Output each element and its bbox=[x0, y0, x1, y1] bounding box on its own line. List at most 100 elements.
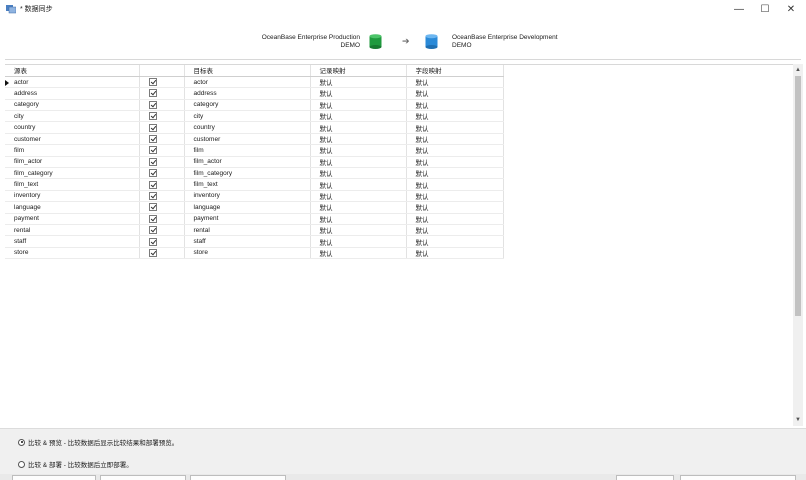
target-table-cell[interactable]: actor bbox=[184, 76, 311, 89]
source-table-cell[interactable]: inventory bbox=[5, 190, 140, 203]
source-table-cell[interactable]: payment bbox=[5, 213, 140, 225]
record-mapping-cell[interactable]: 默认 bbox=[310, 110, 407, 123]
minimize-button[interactable]: — bbox=[726, 0, 752, 18]
sync-checkbox-cell[interactable] bbox=[139, 178, 185, 191]
table-row[interactable]: language language 默认 默认 bbox=[5, 201, 504, 214]
target-table-cell[interactable]: country bbox=[184, 121, 311, 134]
table-row[interactable]: rental rental 默认 默认 bbox=[5, 224, 504, 237]
maximize-button[interactable]: ☐ bbox=[752, 0, 778, 18]
footer-button-2[interactable] bbox=[100, 475, 186, 480]
target-table-cell[interactable]: customer bbox=[184, 133, 311, 146]
sync-checkbox[interactable] bbox=[148, 146, 157, 155]
sync-checkbox-cell[interactable] bbox=[139, 110, 185, 123]
field-mapping-cell[interactable]: 默认 bbox=[406, 99, 504, 112]
source-table-cell[interactable]: store bbox=[5, 247, 140, 260]
source-table-cell[interactable]: film bbox=[5, 144, 140, 157]
field-mapping-cell[interactable]: 默认 bbox=[406, 167, 504, 180]
sync-checkbox-cell[interactable] bbox=[139, 235, 185, 248]
record-mapping-cell[interactable]: 默认 bbox=[310, 99, 407, 112]
scroll-down-icon[interactable]: ▼ bbox=[793, 416, 803, 424]
close-button[interactable]: ✕ bbox=[778, 0, 804, 18]
target-table-cell[interactable]: film bbox=[184, 144, 311, 157]
sync-checkbox-cell[interactable] bbox=[139, 87, 185, 100]
target-table-cell[interactable]: staff bbox=[184, 235, 311, 248]
target-table-cell[interactable]: payment bbox=[184, 213, 311, 225]
record-mapping-cell[interactable]: 默认 bbox=[310, 76, 407, 89]
source-table-cell[interactable]: category bbox=[5, 99, 140, 112]
table-row[interactable]: payment payment 默认 默认 bbox=[5, 213, 504, 225]
record-mapping-cell[interactable]: 默认 bbox=[310, 87, 407, 100]
field-mapping-cell[interactable]: 默认 bbox=[406, 224, 504, 237]
record-mapping-cell[interactable]: 默认 bbox=[310, 213, 407, 225]
table-row[interactable]: film_category film_category 默认 默认 bbox=[5, 167, 504, 180]
table-row[interactable]: category category 默认 默认 bbox=[5, 99, 504, 112]
sync-checkbox-cell[interactable] bbox=[139, 224, 185, 237]
field-mapping-cell[interactable]: 默认 bbox=[406, 178, 504, 191]
sync-checkbox[interactable] bbox=[148, 169, 157, 178]
table-row[interactable]: film film 默认 默认 bbox=[5, 144, 504, 157]
scroll-up-icon[interactable]: ▲ bbox=[793, 66, 803, 74]
source-table-cell[interactable]: language bbox=[5, 201, 140, 214]
sync-checkbox-cell[interactable] bbox=[139, 99, 185, 112]
field-mapping-cell[interactable]: 默认 bbox=[406, 235, 504, 248]
vertical-scrollbar[interactable]: ▲ ▼ bbox=[793, 64, 803, 426]
source-table-cell[interactable]: country bbox=[5, 121, 140, 134]
record-mapping-cell[interactable]: 默认 bbox=[310, 133, 407, 146]
sync-checkbox[interactable] bbox=[148, 112, 157, 121]
source-table-cell[interactable]: staff bbox=[5, 235, 140, 248]
sync-checkbox[interactable] bbox=[148, 248, 157, 257]
table-row[interactable]: film_actor film_actor 默认 默认 bbox=[5, 156, 504, 169]
field-mapping-cell[interactable]: 默认 bbox=[406, 110, 504, 123]
target-table-cell[interactable]: language bbox=[184, 201, 311, 214]
sync-checkbox-cell[interactable] bbox=[139, 156, 185, 169]
footer-button-5[interactable] bbox=[680, 475, 796, 480]
field-mapping-cell[interactable]: 默认 bbox=[406, 121, 504, 134]
column-header-field-mapping[interactable]: 字段映射 bbox=[406, 65, 504, 77]
table-row[interactable]: staff staff 默认 默认 bbox=[5, 235, 504, 248]
field-mapping-cell[interactable]: 默认 bbox=[406, 201, 504, 214]
sync-checkbox-cell[interactable] bbox=[139, 133, 185, 146]
footer-button-4[interactable] bbox=[616, 475, 674, 480]
sync-checkbox[interactable] bbox=[148, 180, 157, 189]
target-table-cell[interactable]: category bbox=[184, 99, 311, 112]
compare-preview-option[interactable]: 比较 & 预览 - 比较数据后显示比较结果和部署预览。 bbox=[18, 437, 178, 447]
sync-checkbox[interactable] bbox=[148, 226, 157, 235]
sync-checkbox-cell[interactable] bbox=[139, 167, 185, 180]
source-table-cell[interactable]: customer bbox=[5, 133, 140, 146]
target-table-cell[interactable]: inventory bbox=[184, 190, 311, 203]
sync-checkbox[interactable] bbox=[148, 191, 157, 200]
field-mapping-cell[interactable]: 默认 bbox=[406, 247, 504, 260]
table-row[interactable]: address address 默认 默认 bbox=[5, 87, 504, 100]
sync-checkbox[interactable] bbox=[148, 237, 157, 246]
table-row[interactable]: city city 默认 默认 bbox=[5, 110, 504, 123]
target-table-cell[interactable]: store bbox=[184, 247, 311, 260]
source-table-cell[interactable]: rental bbox=[5, 224, 140, 237]
target-table-cell[interactable]: city bbox=[184, 110, 311, 123]
sync-checkbox[interactable] bbox=[148, 135, 157, 144]
field-mapping-cell[interactable]: 默认 bbox=[406, 76, 504, 89]
sync-checkbox[interactable] bbox=[148, 100, 157, 109]
sync-checkbox[interactable] bbox=[148, 157, 157, 166]
sync-checkbox-cell[interactable] bbox=[139, 144, 185, 157]
footer-button-3[interactable] bbox=[190, 475, 286, 480]
compare-preview-radio[interactable] bbox=[18, 438, 25, 446]
record-mapping-cell[interactable]: 默认 bbox=[310, 121, 407, 134]
record-mapping-cell[interactable]: 默认 bbox=[310, 167, 407, 180]
field-mapping-cell[interactable]: 默认 bbox=[406, 133, 504, 146]
record-mapping-cell[interactable]: 默认 bbox=[310, 156, 407, 169]
column-header-record-mapping[interactable]: 记录映射 bbox=[310, 65, 407, 77]
column-header-check[interactable] bbox=[139, 65, 185, 77]
sync-checkbox-cell[interactable] bbox=[139, 213, 185, 225]
source-table-cell[interactable]: film_text bbox=[5, 178, 140, 191]
target-table-cell[interactable]: rental bbox=[184, 224, 311, 237]
record-mapping-cell[interactable]: 默认 bbox=[310, 224, 407, 237]
table-row[interactable]: actor actor 默认 默认 bbox=[5, 76, 504, 89]
table-row[interactable]: inventory inventory 默认 默认 bbox=[5, 190, 504, 203]
source-table-cell[interactable]: city bbox=[5, 110, 140, 123]
field-mapping-cell[interactable]: 默认 bbox=[406, 87, 504, 100]
column-header-source[interactable]: 源表 bbox=[5, 65, 140, 77]
sync-checkbox[interactable] bbox=[148, 78, 157, 87]
column-header-target[interactable]: 目标表 bbox=[184, 65, 311, 77]
sync-checkbox-cell[interactable] bbox=[139, 190, 185, 203]
record-mapping-cell[interactable]: 默认 bbox=[310, 190, 407, 203]
